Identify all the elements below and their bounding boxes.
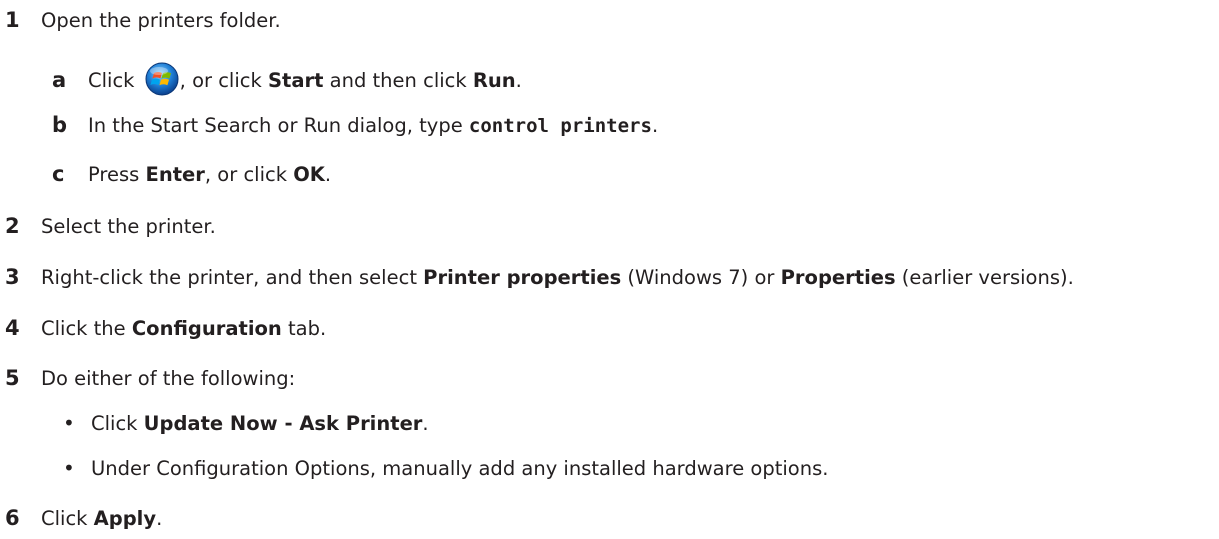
substep-text: and then click xyxy=(323,69,473,92)
substep-text: , or click xyxy=(179,69,268,92)
step-number: 4 xyxy=(5,316,20,340)
step-4: 4 Click the Configuration tab. xyxy=(0,316,326,341)
step-text: tab. xyxy=(281,317,327,340)
step-text: . xyxy=(156,507,163,530)
update-now-label: Update Now ‑ Ask Printer xyxy=(143,412,423,435)
substep-text: . xyxy=(651,114,659,137)
step-text: Click the xyxy=(41,317,132,340)
bullet-text: Click xyxy=(91,412,144,435)
substep-text: . xyxy=(515,69,522,92)
step-text: Open the printers folder. xyxy=(41,9,281,32)
apply-label: Apply xyxy=(93,507,157,530)
step-text: Do either of the following: xyxy=(41,367,296,390)
substep-text: In the Start Search or Run dialog, type xyxy=(88,114,469,137)
command-text: control printers xyxy=(468,115,652,137)
substep-text: , or click xyxy=(204,163,294,186)
step-number: 2 xyxy=(5,214,20,238)
step-text: Select the printer. xyxy=(41,215,216,238)
bullet-text: . xyxy=(422,412,429,435)
step-text: Click xyxy=(41,507,94,530)
printer-properties-label: Printer properties xyxy=(423,266,622,289)
step-text: Right‑click the printer, and then select xyxy=(41,266,424,289)
configuration-tab-label: Configuration xyxy=(131,317,282,340)
step-text: (earlier versions). xyxy=(895,266,1074,289)
substep-letter: a xyxy=(52,68,67,92)
bullet-item-configuration-options: • Under Configuration Options, manually a… xyxy=(63,456,828,481)
step-number: 5 xyxy=(5,366,20,390)
step-1: 1 Open the printers folder. xyxy=(0,8,281,33)
run-label: Run xyxy=(472,69,516,92)
substep-a: a Click , or click Start and then click R… xyxy=(52,62,522,96)
bullet-icon: • xyxy=(63,411,75,435)
ok-label: OK xyxy=(293,163,325,186)
step-number: 6 xyxy=(5,506,20,530)
substep-c: c Press Enter, or click OK. xyxy=(52,162,331,187)
windows-start-orb-icon xyxy=(145,62,179,96)
bullet-item-update-now: • Click Update Now ‑ Ask Printer. xyxy=(63,411,429,436)
step-number: 1 xyxy=(5,8,20,32)
step-3: 3 Right‑click the printer, and then selec… xyxy=(0,265,1074,290)
step-2: 2 Select the printer. xyxy=(0,214,216,239)
properties-label: Properties xyxy=(780,266,896,289)
bullet-text: Under Configuration Options, manually ad… xyxy=(91,457,829,480)
substep-text: Press xyxy=(88,163,146,186)
substep-b: b In the Start Search or Run dialog, type… xyxy=(52,113,658,138)
substep-text: . xyxy=(324,163,332,186)
step-5: 5 Do either of the following: xyxy=(0,366,295,391)
substep-letter: b xyxy=(52,113,68,137)
step-number: 3 xyxy=(5,265,20,289)
enter-key-label: Enter xyxy=(145,163,205,186)
instructions-document: 1 Open the printers folder. a Click , or c… xyxy=(0,0,1219,539)
step-text: (Windows 7) or xyxy=(621,266,781,289)
bullet-icon: • xyxy=(63,456,75,480)
step-6: 6 Click Apply. xyxy=(0,506,162,531)
start-label: Start xyxy=(267,69,324,92)
substep-letter: c xyxy=(52,162,65,186)
substep-text: Click xyxy=(88,69,141,92)
